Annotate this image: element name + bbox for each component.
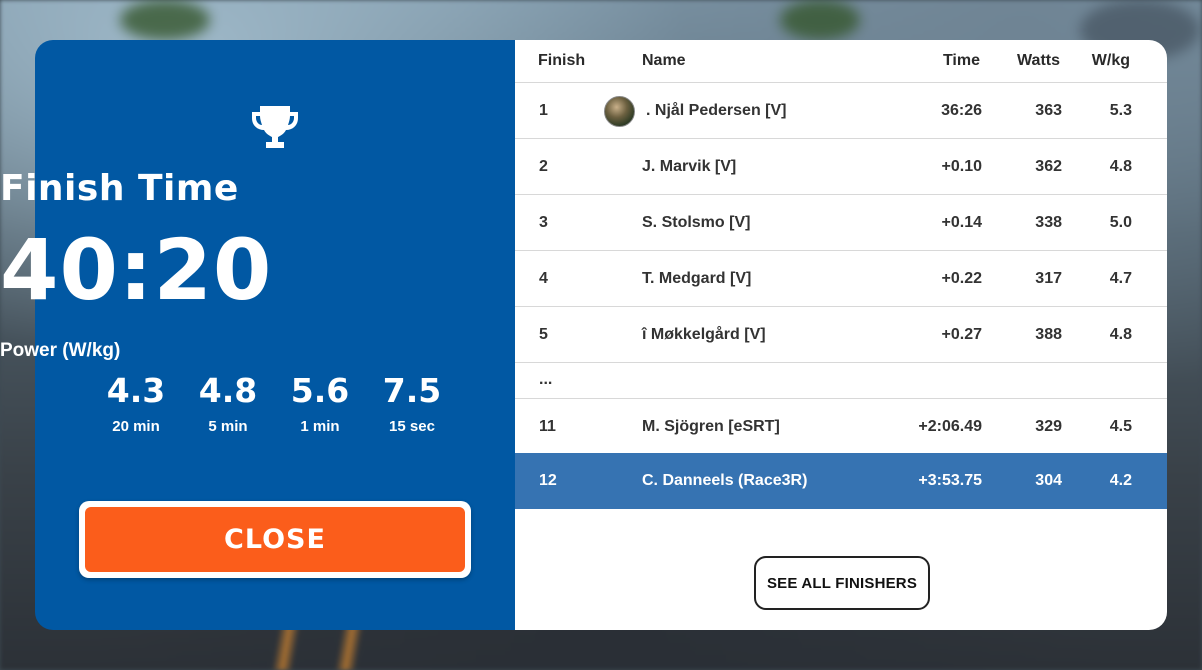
power-title: Power (W/kg) — [0, 340, 121, 361]
table-row-current-rider[interactable]: 12 C. Danneels (Race3R) +3:53.75 304 4.2 — [515, 453, 1167, 509]
row-wkg: 4.7 — [1109, 270, 1132, 287]
row-position: 4 — [539, 270, 548, 287]
power-stat-20min: 4.3 20 min — [90, 370, 182, 435]
row-watts: 317 — [1035, 270, 1062, 287]
power-value: 4.3 — [106, 371, 166, 410]
row-name: î Møkkelgård [V] — [642, 326, 766, 343]
row-time: +0.14 — [941, 214, 982, 231]
ellipsis-text: ... — [539, 371, 553, 388]
row-watts: 362 — [1035, 158, 1062, 175]
row-watts: 363 — [1035, 102, 1062, 119]
row-watts: 388 — [1035, 326, 1062, 343]
header-finish[interactable]: Finish — [538, 52, 585, 70]
power-stat-15sec: 7.5 15 sec — [366, 370, 458, 435]
close-button[interactable]: CLOSE — [85, 507, 465, 572]
power-duration: 5 min — [208, 418, 248, 435]
row-name: T. Medgard [V] — [642, 270, 752, 287]
power-stats: 4.3 20 min 4.8 5 min 5.6 1 min 7.5 15 se… — [90, 370, 460, 440]
row-name: J. Marvik [V] — [642, 158, 737, 175]
finish-time-value: 40:20 — [0, 221, 273, 319]
finish-time-label: Finish Time — [0, 168, 239, 209]
power-duration: 15 sec — [389, 418, 435, 435]
row-name: M. Sjögren [eSRT] — [642, 418, 780, 435]
row-position: 3 — [539, 214, 548, 231]
table-row[interactable]: 4 T. Medgard [V] +0.22 317 4.7 — [515, 251, 1167, 307]
header-time[interactable]: Time — [943, 52, 980, 70]
close-button-frame: CLOSE — [79, 501, 471, 578]
row-position: 1 — [539, 102, 548, 119]
table-row[interactable]: 3 S. Stolsmo [V] +0.14 338 5.0 — [515, 195, 1167, 251]
row-wkg: 5.3 — [1109, 102, 1132, 119]
row-name: . Njål Pedersen [V] — [646, 102, 787, 119]
row-time: +0.27 — [941, 326, 982, 343]
row-watts: 304 — [1035, 472, 1062, 489]
row-wkg: 4.5 — [1109, 418, 1132, 435]
results-panel: Finish Name Time Watts W/kg 1 . Njål Ped… — [515, 40, 1167, 630]
table-row[interactable]: 2 J. Marvik [V] +0.10 362 4.8 — [515, 139, 1167, 195]
power-value: 7.5 — [382, 371, 442, 410]
row-time: +3:53.75 — [918, 472, 982, 489]
row-wkg: 4.2 — [1109, 472, 1132, 489]
row-position: 12 — [539, 472, 557, 489]
power-duration: 20 min — [112, 418, 160, 435]
row-wkg: 4.8 — [1109, 326, 1132, 343]
row-watts: 329 — [1035, 418, 1062, 435]
results-header: Finish Name Time Watts W/kg — [515, 40, 1167, 83]
row-watts: 338 — [1035, 214, 1062, 231]
power-value: 5.6 — [290, 371, 350, 410]
power-value: 4.8 — [198, 371, 258, 410]
row-time: +2:06.49 — [918, 418, 982, 435]
row-wkg: 5.0 — [1109, 214, 1132, 231]
trophy-icon — [252, 106, 298, 148]
row-wkg: 4.8 — [1109, 158, 1132, 175]
power-stat-5min: 4.8 5 min — [182, 370, 274, 435]
row-position: 2 — [539, 158, 548, 175]
table-row[interactable]: 1 . Njål Pedersen [V] 36:26 363 5.3 — [515, 83, 1167, 139]
power-duration: 1 min — [300, 418, 340, 435]
row-time: 36:26 — [941, 102, 982, 119]
row-time: +0.10 — [941, 158, 982, 175]
row-time: +0.22 — [941, 270, 982, 287]
see-all-finishers-button[interactable]: SEE ALL FINISHERS — [754, 556, 930, 610]
table-row-gap: ... — [515, 363, 1167, 399]
table-row[interactable]: 5 î Møkkelgård [V] +0.27 388 4.8 — [515, 307, 1167, 363]
row-position: 11 — [539, 418, 556, 435]
row-name: S. Stolsmo [V] — [642, 214, 751, 231]
row-position: 5 — [539, 326, 548, 343]
header-watts[interactable]: Watts — [1017, 52, 1060, 70]
table-row[interactable]: 11 M. Sjögren [eSRT] +2:06.49 329 4.5 — [515, 399, 1167, 455]
power-stat-1min: 5.6 1 min — [274, 370, 366, 435]
header-wkg[interactable]: W/kg — [1092, 52, 1130, 70]
row-name: C. Danneels (Race3R) — [642, 472, 808, 489]
avatar — [604, 96, 635, 127]
header-name[interactable]: Name — [642, 52, 686, 70]
